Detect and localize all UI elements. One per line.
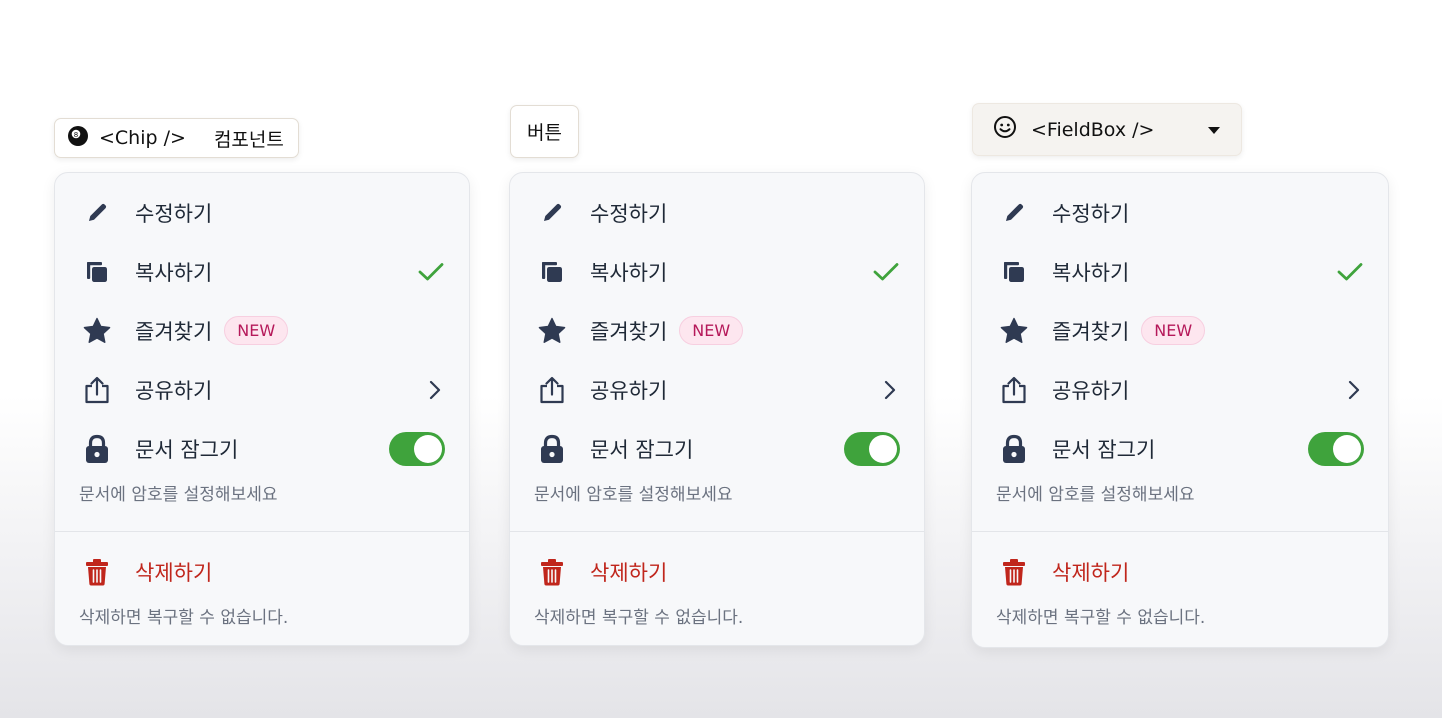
- menu-item-copy[interactable]: 복사하기: [534, 242, 900, 301]
- menu-item-favorite[interactable]: 즐겨찾기 NEW: [996, 301, 1364, 360]
- share-icon: [80, 373, 114, 407]
- lock-toggle[interactable]: [389, 431, 445, 466]
- menu-item-edit[interactable]: 수정하기: [534, 183, 900, 242]
- menu-item-label: 공유하기: [590, 378, 668, 403]
- eight-ball-icon: 8: [67, 125, 89, 152]
- chip-code-label: <Chip />: [99, 127, 186, 149]
- check-icon: [417, 261, 445, 283]
- menu-item-lock[interactable]: 문서 잠그기: [534, 419, 900, 478]
- menu-item-label: 복사하기: [135, 260, 213, 285]
- new-badge: NEW: [224, 316, 289, 345]
- menu-item-lock[interactable]: 문서 잠그기: [79, 419, 445, 478]
- lock-helper-text: 문서에 암호를 설정해보세요: [79, 485, 278, 505]
- menu-item-edit[interactable]: 수정하기: [996, 183, 1364, 242]
- divider: [972, 531, 1388, 532]
- trash-icon: [535, 555, 569, 589]
- menu-item-copy[interactable]: 복사하기: [996, 242, 1364, 301]
- menu-item-label: 삭제하기: [590, 560, 668, 585]
- share-icon: [997, 373, 1031, 407]
- chip-suffix-label: 컴포넌트: [213, 128, 284, 151]
- delete-helper-text: 삭제하면 복구할 수 없습니다.: [996, 608, 1206, 628]
- check-icon: [1336, 261, 1364, 283]
- menu-item-label: 문서 잠그기: [1052, 437, 1156, 462]
- star-icon: [535, 314, 569, 348]
- menu-item-label: 즐겨찾기: [1052, 319, 1130, 344]
- chevron-right-icon: [880, 379, 900, 401]
- lock-icon: [997, 432, 1031, 466]
- menu-item-label: 수정하기: [135, 201, 213, 226]
- chevron-right-icon: [1344, 379, 1364, 401]
- star-icon: [997, 314, 1031, 348]
- smiley-icon: [993, 115, 1017, 144]
- menu-item-label: 삭제하기: [135, 560, 213, 585]
- delete-helper-text: 삭제하면 복구할 수 없습니다.: [79, 608, 289, 628]
- caret-down-icon[interactable]: [1207, 125, 1221, 135]
- trash-icon: [997, 555, 1031, 589]
- chip-component-header: 8 <Chip /> 컴포넌트: [54, 118, 299, 158]
- menu-item-label: 공유하기: [1052, 378, 1130, 403]
- svg-text:8: 8: [74, 130, 78, 138]
- pencil-icon: [535, 196, 569, 230]
- copy-icon: [997, 255, 1031, 289]
- menu-item-edit[interactable]: 수정하기: [79, 183, 445, 242]
- menu-item-label: 즐겨찾기: [590, 319, 668, 344]
- fieldbox-header[interactable]: <FieldBox />: [972, 103, 1242, 156]
- menu-item-share[interactable]: 공유하기: [996, 360, 1364, 419]
- menu-card-chip: 수정하기 복사하기 즐겨찾기 NEW 공유하기 문서 잠그기 문서에 암호를 설…: [54, 172, 470, 646]
- lock-icon: [80, 432, 114, 466]
- divider: [510, 531, 924, 532]
- share-icon: [535, 373, 569, 407]
- trash-icon: [80, 555, 114, 589]
- menu-card-button: 수정하기 복사하기 즐겨찾기 NEW 공유하기 문서 잠그기 문서에 암호를 설…: [509, 172, 925, 646]
- copy-icon: [535, 255, 569, 289]
- menu-item-label: 수정하기: [1052, 201, 1130, 226]
- button-header-label: 버튼: [527, 122, 562, 144]
- check-icon: [872, 261, 900, 283]
- menu-item-copy[interactable]: 복사하기: [79, 242, 445, 301]
- chevron-right-icon: [425, 379, 445, 401]
- new-badge: NEW: [1141, 316, 1206, 345]
- lock-toggle[interactable]: [844, 431, 900, 466]
- pencil-icon: [80, 196, 114, 230]
- menu-item-label: 문서 잠그기: [135, 437, 239, 462]
- menu-item-label: 문서 잠그기: [590, 437, 694, 462]
- menu-item-label: 복사하기: [1052, 260, 1130, 285]
- divider: [55, 531, 469, 532]
- delete-helper-text: 삭제하면 복구할 수 없습니다.: [534, 608, 744, 628]
- menu-item-delete[interactable]: 삭제하기: [996, 542, 1364, 601]
- lock-icon: [535, 432, 569, 466]
- star-icon: [80, 314, 114, 348]
- menu-item-delete[interactable]: 삭제하기: [79, 542, 445, 601]
- copy-icon: [80, 255, 114, 289]
- menu-item-lock[interactable]: 문서 잠그기: [996, 419, 1364, 478]
- menu-item-label: 복사하기: [590, 260, 668, 285]
- new-badge: NEW: [679, 316, 744, 345]
- menu-card-fieldbox: 수정하기 복사하기 즐겨찾기 NEW 공유하기 문서 잠그기 문서에 암호를 설…: [971, 172, 1389, 648]
- menu-item-delete[interactable]: 삭제하기: [534, 542, 900, 601]
- menu-item-label: 수정하기: [590, 201, 668, 226]
- fieldbox-label: <FieldBox />: [1031, 118, 1155, 141]
- menu-item-share[interactable]: 공유하기: [534, 360, 900, 419]
- menu-item-label: 삭제하기: [1052, 560, 1130, 585]
- lock-helper-text: 문서에 암호를 설정해보세요: [996, 485, 1195, 505]
- menu-item-label: 공유하기: [135, 378, 213, 403]
- menu-item-share[interactable]: 공유하기: [79, 360, 445, 419]
- pencil-icon: [997, 196, 1031, 230]
- button-header[interactable]: 버튼: [510, 105, 579, 158]
- menu-item-favorite[interactable]: 즐겨찾기 NEW: [79, 301, 445, 360]
- lock-helper-text: 문서에 암호를 설정해보세요: [534, 485, 733, 505]
- menu-item-favorite[interactable]: 즐겨찾기 NEW: [534, 301, 900, 360]
- lock-toggle[interactable]: [1308, 431, 1364, 466]
- menu-item-label: 즐겨찾기: [135, 319, 213, 344]
